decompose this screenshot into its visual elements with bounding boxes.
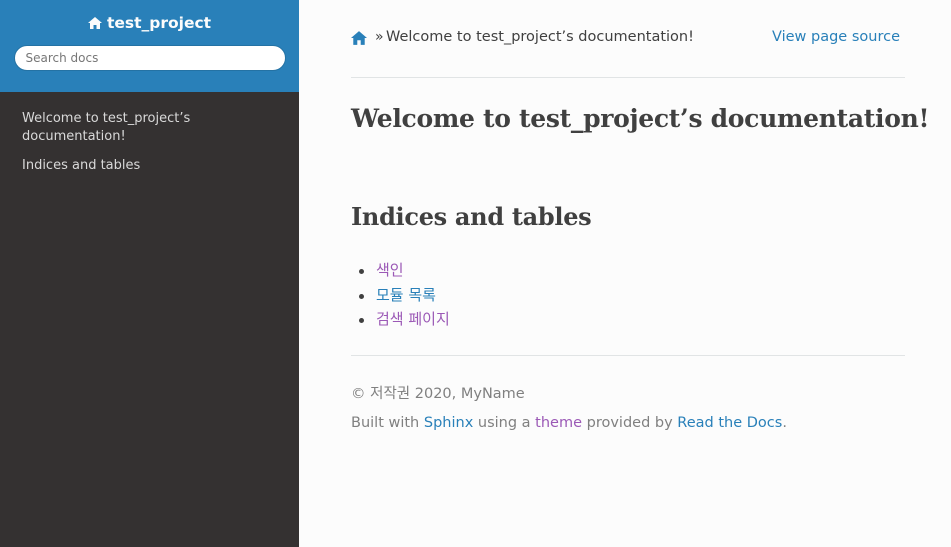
sphinx-link[interactable]: Sphinx [424,415,473,431]
theme-link[interactable]: theme [535,415,582,431]
built-prefix: Built with [351,415,424,431]
index-link[interactable]: 색인 [376,261,404,279]
sidebar-item-welcome[interactable]: Welcome to test_project’s documentation! [0,110,244,146]
read-the-docs-link[interactable]: Read the Docs [677,415,782,431]
breadcrumb-current: Welcome to test_project’s documentation! [386,29,694,45]
docs-page: test_project Welcome to test_project’s d… [0,0,951,547]
breadcrumb-home-icon[interactable] [351,30,367,49]
list-item: 검색 페이지 [351,308,450,333]
built-with-line: Built with Sphinx using a theme provided… [351,415,787,431]
sidebar-menu: Welcome to test_project’s documentation!… [0,92,299,175]
home-icon [87,17,102,29]
footer-divider [351,355,905,356]
period: . [782,415,787,431]
search-input[interactable] [13,45,286,71]
view-page-source-link[interactable]: View page source [772,29,900,45]
copyright: © 저작권 2020, MyName [351,386,525,402]
section-title: Indices and tables [351,202,592,231]
list-item: 모듈 목록 [351,284,450,309]
bullet [359,269,364,274]
main-content: » Welcome to test_project’s documentatio… [351,0,929,431]
index-list: 색인 모듈 목록 검색 페이지 [351,259,450,333]
bullet [359,293,364,299]
bullet [359,318,364,323]
sidebar-header: test_project [0,0,299,92]
sidebar: test_project Welcome to test_project’s d… [0,0,299,547]
project-name: test_project [106,14,212,32]
list-item: 색인 [351,259,450,284]
breadcrumb-separator: » [375,29,384,45]
provided-by-text: provided by [582,415,678,431]
breadcrumb: » Welcome to test_project’s documentatio… [351,0,905,78]
search-page-link[interactable]: 검색 페이지 [376,310,450,328]
page-title: Welcome to test_project’s documentation! [351,104,930,133]
using-a-text: using a [473,415,536,431]
project-home-link[interactable]: test_project [87,14,212,32]
sidebar-item-indices[interactable]: Indices and tables [0,157,244,175]
module-index-link[interactable]: 모듈 목록 [376,286,436,304]
